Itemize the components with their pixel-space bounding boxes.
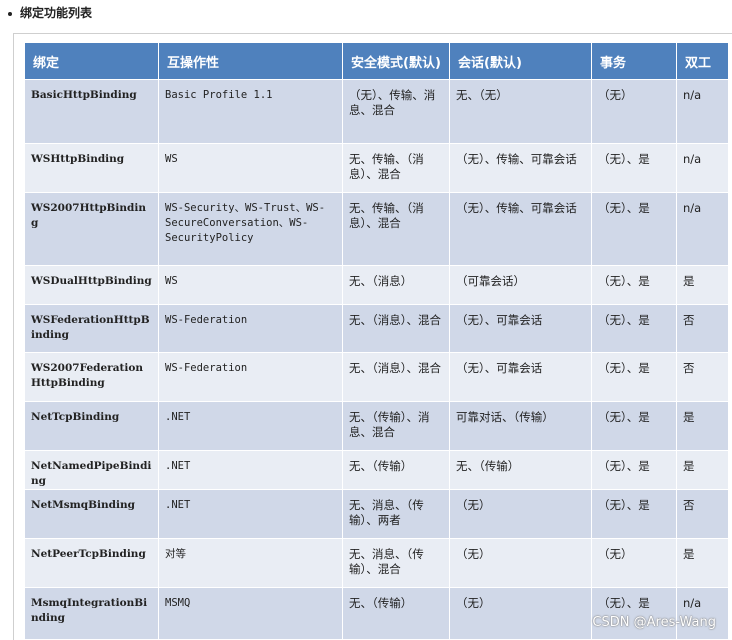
cell-interop: Basic Profile 1.1 [158, 79, 343, 144]
header-binding: 绑定 [24, 42, 159, 80]
cell-security: （无）、传输、消息、混合 [342, 79, 450, 144]
cell-security: 无、传输、（消息）、混合 [342, 192, 450, 266]
bullet-icon [8, 11, 12, 16]
cell-interop: MSMQ [158, 587, 343, 640]
cell-interop: 对等 [158, 538, 343, 588]
cell-security: 无、消息、（传输）、两者 [342, 489, 450, 539]
cell-binding: NetTcpBinding [24, 401, 159, 451]
cell-binding: NetPeerTcpBinding [24, 538, 159, 588]
cell-interop: .NET [158, 489, 343, 539]
cell-duplex: 否 [676, 489, 729, 539]
cell-transaction: （无） [591, 79, 677, 144]
cell-interop: WS-Security、WS-Trust、WS-SecureConversati… [158, 192, 343, 266]
cell-security: 无、消息、（传输）、混合 [342, 538, 450, 588]
table-row: NetMsmqBinding .NET 无、消息、（传输）、两者 （无） （无）… [24, 489, 729, 539]
cell-interop: WS [158, 143, 343, 193]
cell-security: 无、传输、（消息）、混合 [342, 143, 450, 193]
section-heading: 绑定功能列表 [8, 4, 92, 21]
cell-interop: WS-Federation [158, 304, 343, 353]
table-row: BasicHttpBinding Basic Profile 1.1 （无）、传… [24, 79, 729, 144]
cell-security: 无、（传输） [342, 587, 450, 640]
header-transaction: 事务 [591, 42, 677, 80]
cell-binding: BasicHttpBinding [24, 79, 159, 144]
cell-duplex: 是 [676, 450, 729, 490]
cell-binding: NetNamedPipeBinding [24, 450, 159, 490]
cell-interop: .NET [158, 450, 343, 490]
cell-security: 无、（消息） [342, 265, 450, 305]
header-interop: 互操作性 [158, 42, 343, 80]
heading-text: 绑定功能列表 [20, 6, 93, 20]
cell-session: （无）、可靠会话 [449, 304, 592, 353]
table-row: WSHttpBinding WS 无、传输、（消息）、混合 （无）、传输、可靠会… [24, 143, 729, 193]
cell-duplex: n/a [676, 79, 729, 144]
table-row: WSDualHttpBinding WS 无、（消息） （可靠会话） （无）、是… [24, 265, 729, 305]
cell-security: 无、（传输） [342, 450, 450, 490]
table-row: NetPeerTcpBinding 对等 无、消息、（传输）、混合 （无） （无… [24, 538, 729, 588]
table-frame: 绑定 互操作性 安全模式(默认) 会话(默认) 事务 双工 BasicHttpB… [13, 33, 732, 640]
header-security: 安全模式(默认) [342, 42, 450, 80]
cell-session: （无）、传输、可靠会话 [449, 143, 592, 193]
cell-transaction: （无）、是 [591, 587, 677, 640]
cell-binding: WSDualHttpBinding [24, 265, 159, 305]
cell-binding: NetMsmqBinding [24, 489, 159, 539]
cell-binding: WSFederationHttpBinding [24, 304, 159, 353]
table-row: WS2007HttpBinding WS-Security、WS-Trust、W… [24, 192, 729, 266]
cell-binding: MsmqIntegrationBinding [24, 587, 159, 640]
table-row: MsmqIntegrationBinding MSMQ 无、（传输） （无） （… [24, 587, 729, 640]
cell-duplex: n/a [676, 587, 729, 640]
cell-session: 无、（无） [449, 79, 592, 144]
cell-duplex: 是 [676, 265, 729, 305]
cell-session: （可靠会话） [449, 265, 592, 305]
cell-binding: WSHttpBinding [24, 143, 159, 193]
cell-session: （无） [449, 587, 592, 640]
header-session: 会话(默认) [449, 42, 592, 80]
cell-duplex: 否 [676, 304, 729, 353]
cell-binding: WS2007HttpBinding [24, 192, 159, 266]
cell-session: （无）、传输、可靠会话 [449, 192, 592, 266]
cell-duplex: 是 [676, 401, 729, 451]
cell-transaction: （无）、是 [591, 265, 677, 305]
cell-transaction: （无）、是 [591, 489, 677, 539]
cell-duplex: n/a [676, 143, 729, 193]
table-row: WSFederationHttpBinding WS-Federation 无、… [24, 304, 729, 353]
cell-security: 无、（消息）、混合 [342, 352, 450, 402]
table-row: WS2007FederationHttpBinding WS-Federatio… [24, 352, 729, 402]
cell-transaction: （无）、是 [591, 143, 677, 193]
watermark: CSDN @Ares-Wang [592, 615, 716, 630]
cell-session: 无、（传输） [449, 450, 592, 490]
cell-session: 可靠对话、（传输） [449, 401, 592, 451]
cell-security: 无、（消息）、混合 [342, 304, 450, 353]
cell-duplex: 是 [676, 538, 729, 588]
cell-duplex: n/a [676, 192, 729, 266]
cell-transaction: （无）、是 [591, 304, 677, 353]
cell-interop: .NET [158, 401, 343, 451]
table-body: BasicHttpBinding Basic Profile 1.1 （无）、传… [24, 79, 729, 640]
cell-transaction: （无）、是 [591, 352, 677, 402]
cell-transaction: （无）、是 [591, 450, 677, 490]
table-row: NetNamedPipeBinding .NET 无、（传输） 无、（传输） （… [24, 450, 729, 490]
cell-interop: WS-Federation [158, 352, 343, 402]
cell-security: 无、（传输）、消息、混合 [342, 401, 450, 451]
cell-duplex: 否 [676, 352, 729, 402]
table-row: NetTcpBinding .NET 无、（传输）、消息、混合 可靠对话、（传输… [24, 401, 729, 451]
cell-session: （无）、可靠会话 [449, 352, 592, 402]
cell-session: （无） [449, 489, 592, 539]
cell-transaction: （无）、是 [591, 192, 677, 266]
cell-binding: WS2007FederationHttpBinding [24, 352, 159, 402]
cell-interop: WS [158, 265, 343, 305]
binding-table: 绑定 互操作性 安全模式(默认) 会话(默认) 事务 双工 BasicHttpB… [24, 42, 729, 640]
header-duplex: 双工 [676, 42, 729, 80]
cell-transaction: （无） [591, 538, 677, 588]
header-row: 绑定 互操作性 安全模式(默认) 会话(默认) 事务 双工 [24, 42, 729, 80]
cell-session: （无） [449, 538, 592, 588]
cell-transaction: （无）、是 [591, 401, 677, 451]
